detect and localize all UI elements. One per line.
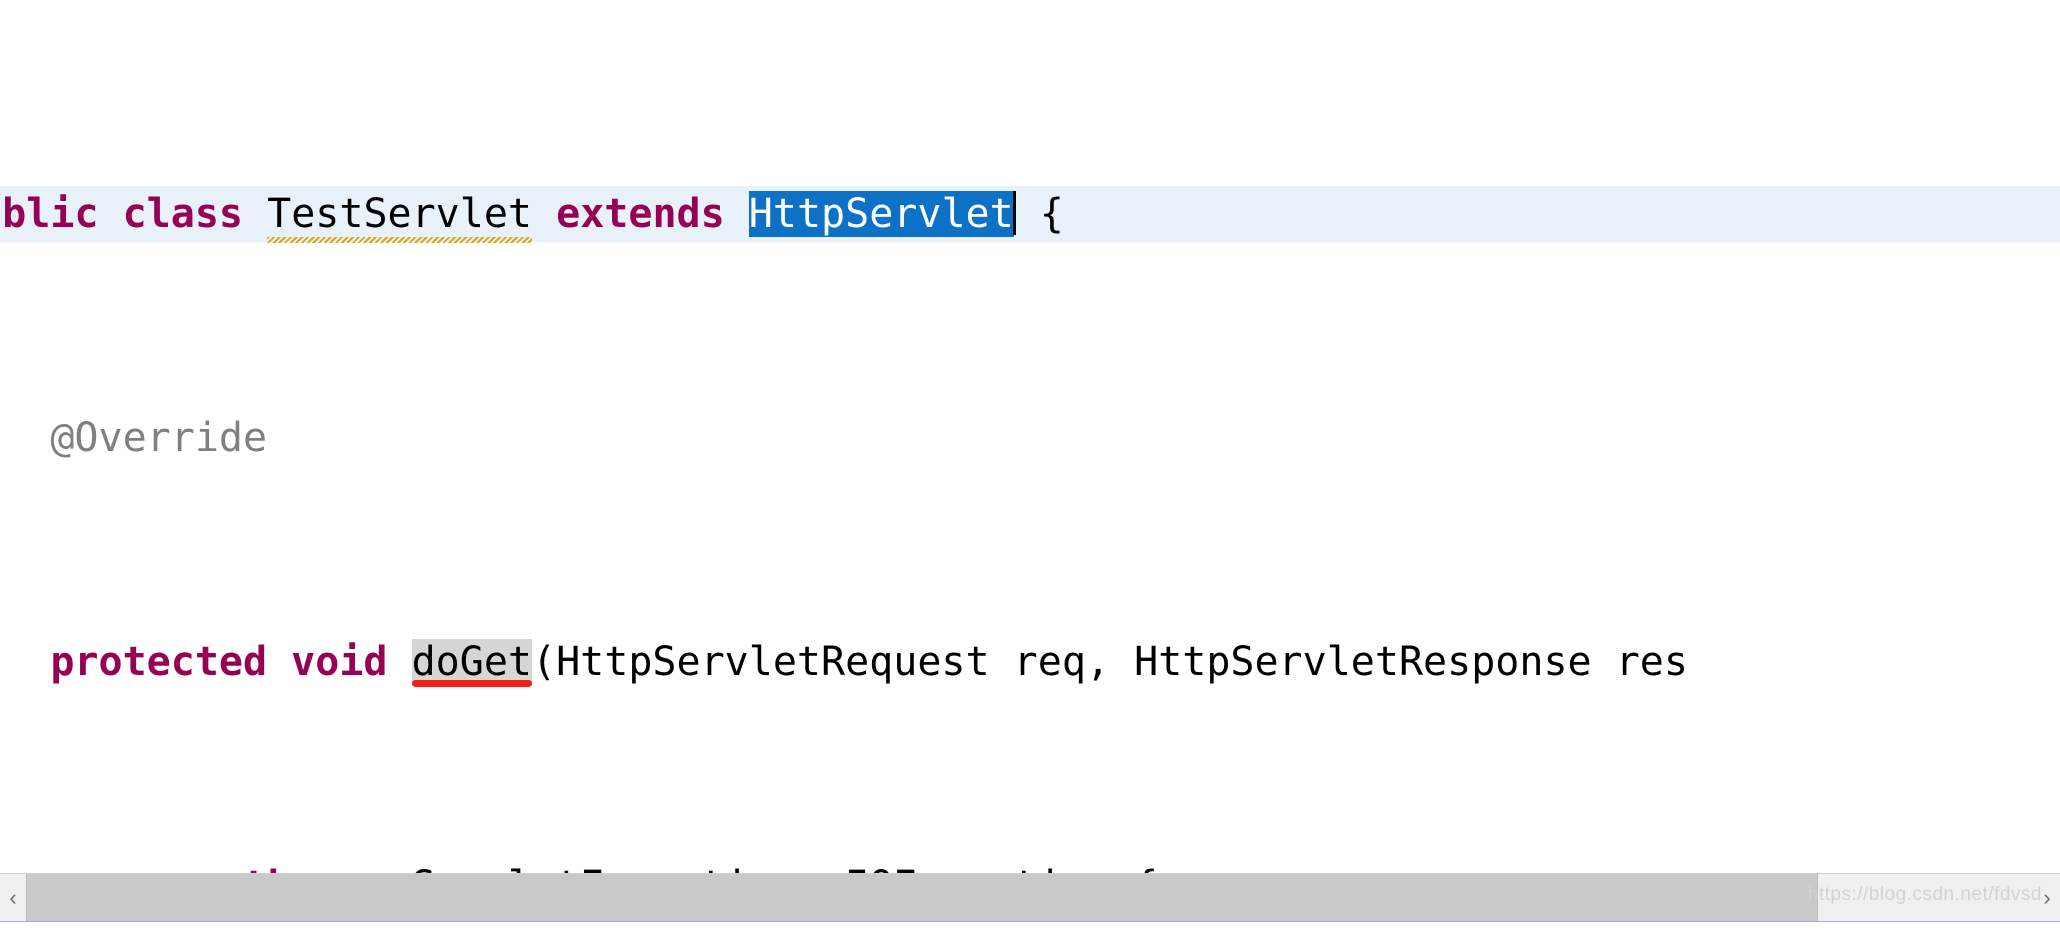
sp xyxy=(99,191,123,237)
sp xyxy=(243,191,267,237)
sp xyxy=(532,191,556,237)
scroll-left-arrow-icon[interactable]: ‹ xyxy=(0,874,26,922)
scrollbar-track[interactable] xyxy=(26,874,2034,922)
scrollbar-thumb[interactable] xyxy=(26,874,1818,922)
sp xyxy=(388,639,412,685)
horizontal-scrollbar[interactable]: ‹ › xyxy=(0,873,2060,922)
code-line-1[interactable]: public class TestServlet extends HttpSer… xyxy=(0,186,2060,243)
open-brace: { xyxy=(1039,191,1064,237)
keyword-throws-1: throws xyxy=(243,863,388,873)
sp xyxy=(1016,191,1040,237)
sp xyxy=(725,191,749,237)
code-line-2[interactable]: @Override xyxy=(0,410,2060,466)
class-name: TestServlet xyxy=(267,191,533,237)
selected-type-httpservlet[interactable]: HttpServlet xyxy=(748,191,1014,237)
keyword-void-1: void xyxy=(291,639,388,685)
exceptions-1: ServletException, IOException { xyxy=(412,863,1159,873)
keyword-class: class xyxy=(122,191,244,237)
class-name-warning-wrap: TestServlet xyxy=(267,186,533,243)
code-content[interactable]: public class TestServlet extends HttpSer… xyxy=(0,18,2060,873)
annotation-override-1: @Override xyxy=(50,415,268,461)
code-line-4[interactable]: throws ServletException, IOException { xyxy=(0,858,2060,873)
code-line-3[interactable]: protected void doGet (HttpServletRequest … xyxy=(0,634,2060,690)
warning-squiggle-underline xyxy=(267,237,533,243)
keyword-public: public xyxy=(0,191,99,237)
code-editor-viewport[interactable]: public class TestServlet extends HttpSer… xyxy=(0,0,2060,873)
keyword-extends: extends xyxy=(556,191,725,237)
doget-params: (HttpServletRequest req, HttpServletResp… xyxy=(532,639,1688,685)
keyword-protected-1: protected xyxy=(50,639,268,685)
error-red-underline-doget xyxy=(411,680,533,687)
method-label-doget: doGet xyxy=(411,639,533,685)
scroll-right-arrow-icon[interactable]: › xyxy=(2034,874,2060,922)
sp xyxy=(387,863,411,873)
sp xyxy=(267,639,291,685)
method-name-doget[interactable]: doGet xyxy=(411,639,533,687)
